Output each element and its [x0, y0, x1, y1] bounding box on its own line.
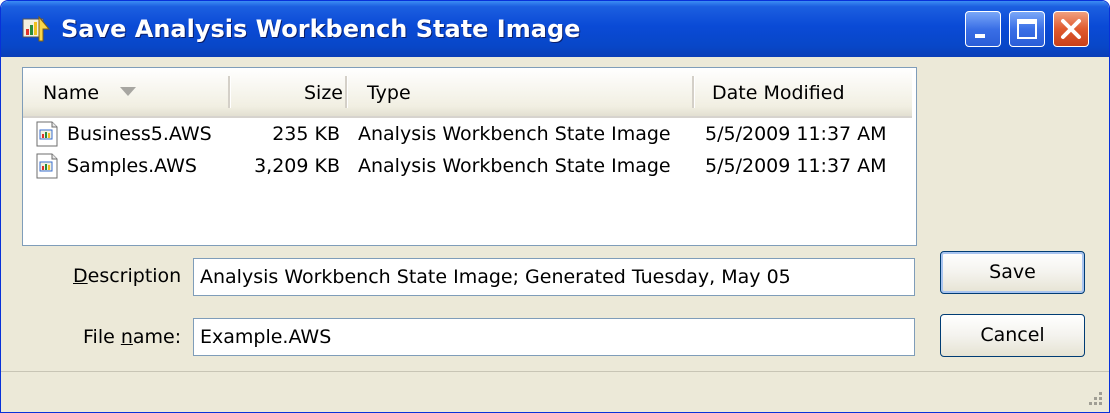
file-list-header: Name Size Type Date Modified: [23, 68, 912, 118]
file-name-field[interactable]: Example.AWS: [193, 318, 915, 356]
resize-grip-icon[interactable]: [1086, 389, 1104, 407]
file-size: 235 KB: [272, 123, 340, 145]
column-separator[interactable]: [692, 76, 695, 108]
maximize-icon: [1017, 19, 1037, 39]
file-type: Analysis Workbench State Image: [358, 155, 671, 177]
sort-descending-icon: [120, 87, 136, 96]
column-header-name[interactable]: Name: [43, 68, 243, 116]
file-date-modified: 5/5/2009 11:37 AM: [705, 155, 887, 177]
file-date-modified: 5/5/2009 11:37 AM: [705, 123, 887, 145]
column-header-date-modified[interactable]: Date Modified: [712, 68, 912, 116]
description-label: Description: [73, 265, 182, 287]
file-name-label: File name:: [83, 326, 182, 348]
save-dialog: Save Analysis Workbench State Image Name: [0, 0, 1110, 413]
window-title: Save Analysis Workbench State Image: [61, 15, 581, 43]
file-icon: [36, 153, 58, 179]
file-row[interactable]: Samples.AWS 3,209 KB Analysis Workbench …: [23, 150, 912, 182]
file-icon: [36, 121, 58, 147]
column-separator[interactable]: [345, 76, 348, 108]
close-icon: [1061, 19, 1081, 39]
file-name: Business5.AWS: [67, 123, 212, 145]
minimize-icon: [975, 34, 985, 38]
file-size: 3,209 KB: [254, 155, 340, 177]
maximize-button[interactable]: [1009, 11, 1045, 47]
close-button[interactable]: [1053, 11, 1089, 47]
minimize-button[interactable]: [965, 11, 1001, 47]
status-bar: [1, 371, 1109, 412]
description-field[interactable]: Analysis Workbench State Image; Generate…: [193, 258, 915, 296]
column-header-size[interactable]: Size: [230, 68, 343, 116]
file-list[interactable]: Name Size Type Date Modified Business5.A…: [22, 67, 917, 246]
file-name: Samples.AWS: [67, 155, 197, 177]
cancel-button[interactable]: Cancel: [940, 314, 1085, 357]
title-bar[interactable]: Save Analysis Workbench State Image: [1, 1, 1109, 57]
file-row[interactable]: Business5.AWS 235 KB Analysis Workbench …: [23, 118, 912, 150]
column-header-type[interactable]: Type: [367, 68, 687, 116]
app-icon: [22, 15, 51, 42]
file-type: Analysis Workbench State Image: [358, 123, 671, 145]
save-button[interactable]: Save: [940, 251, 1085, 294]
